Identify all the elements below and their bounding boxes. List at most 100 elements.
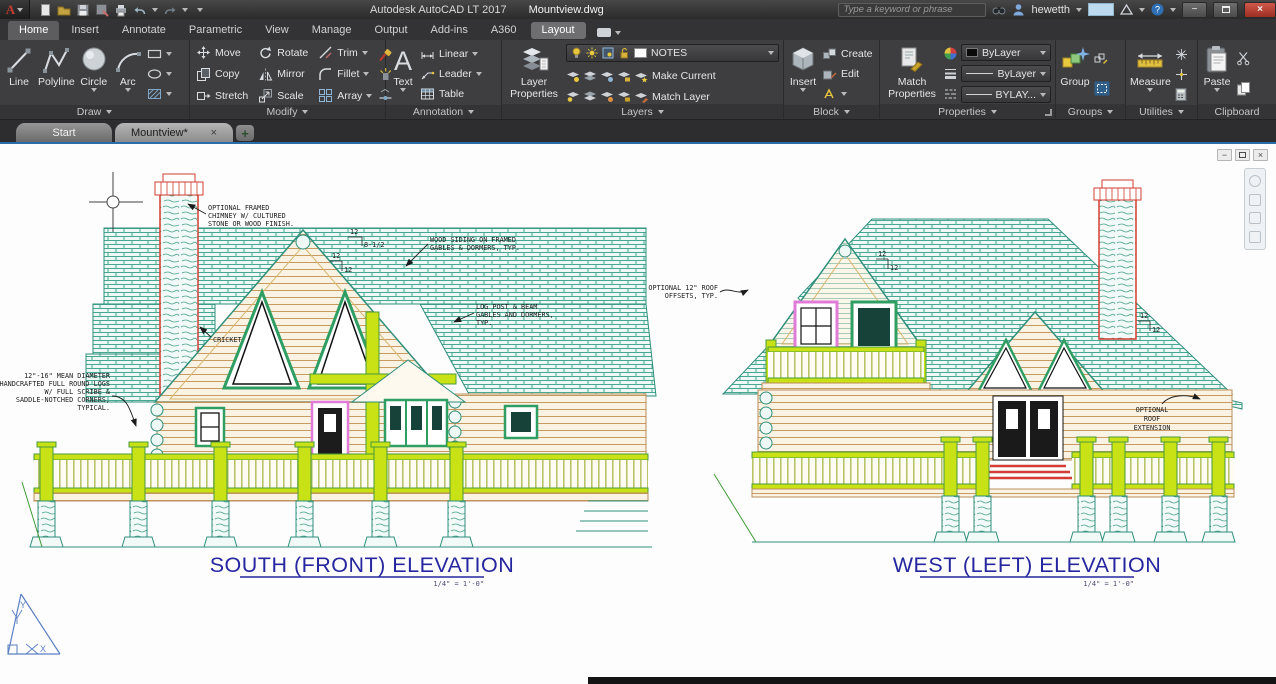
layer-unlock-icon[interactable]: [618, 47, 630, 59]
panel-label-draw[interactable]: Draw: [0, 105, 189, 119]
quick-calc-tool[interactable]: [1175, 84, 1188, 104]
paste-button[interactable]: Paste: [1202, 43, 1232, 104]
tab-view[interactable]: View: [254, 21, 300, 40]
orbit-icon[interactable]: [1249, 231, 1261, 243]
lineweight-icon[interactable]: [944, 67, 957, 80]
layer-properties-button[interactable]: Layer Properties: [506, 43, 562, 104]
insert-block-button[interactable]: Insert: [788, 43, 818, 105]
pan-icon[interactable]: [1249, 194, 1261, 206]
dialog-launcher-icon[interactable]: [1045, 109, 1052, 116]
panel-label-block[interactable]: Block: [784, 105, 879, 119]
panel-label-layers[interactable]: Layers: [502, 104, 783, 119]
tab-start[interactable]: Start: [16, 123, 112, 142]
scale-button[interactable]: Scale: [258, 88, 308, 103]
application-menu-button[interactable]: A: [0, 0, 30, 19]
group-edit-tool[interactable]: [1094, 49, 1110, 69]
restore-button[interactable]: [1213, 2, 1238, 18]
tab-home[interactable]: Home: [8, 21, 59, 40]
move-button[interactable]: Move: [196, 45, 248, 60]
user-menu-caret-icon[interactable]: [1076, 8, 1082, 12]
tab-addins[interactable]: Add-ins: [420, 21, 479, 40]
circle-button[interactable]: Circle: [79, 43, 109, 105]
copy-clip-tool[interactable]: [1236, 78, 1251, 98]
trim-button[interactable]: Trim: [318, 45, 372, 60]
tab-annotate[interactable]: Annotate: [111, 21, 177, 40]
tab-parametric[interactable]: Parametric: [178, 21, 253, 40]
id-point-tool[interactable]: [1175, 64, 1188, 84]
block-attributes-tool[interactable]: [822, 84, 873, 104]
plot-icon[interactable]: [114, 3, 128, 17]
undo-icon[interactable]: [133, 3, 147, 17]
create-block-button[interactable]: Create: [822, 44, 873, 64]
close-button[interactable]: ×: [1244, 2, 1276, 18]
help-icon[interactable]: ?: [1151, 3, 1164, 16]
layer-dropdown-caret-icon[interactable]: [768, 51, 774, 55]
edit-block-button[interactable]: Edit: [822, 64, 873, 84]
search-input[interactable]: [838, 3, 986, 17]
rectangle-tool[interactable]: [147, 44, 172, 64]
polyline-button[interactable]: Polyline: [38, 43, 75, 105]
panel-label-modify[interactable]: Modify: [190, 105, 385, 119]
save-icon[interactable]: [76, 3, 90, 17]
ribbon-display-toggle[interactable]: [597, 28, 621, 37]
lineweight-dropdown[interactable]: ByLayer: [961, 65, 1051, 82]
fillet-button[interactable]: Fillet: [318, 67, 372, 82]
color-wheel-icon[interactable]: [944, 47, 957, 60]
qat-menu-caret-icon[interactable]: [197, 8, 203, 12]
panel-label-properties[interactable]: Properties: [880, 104, 1055, 119]
text-button[interactable]: A Text: [390, 43, 416, 105]
layer-isolate-tool[interactable]: [583, 70, 597, 83]
make-current-button[interactable]: Make Current: [634, 70, 716, 83]
panel-label-groups[interactable]: Groups: [1056, 104, 1125, 119]
table-tool[interactable]: Table: [420, 84, 482, 104]
array-button[interactable]: Array: [318, 88, 372, 103]
viewport-restore-button[interactable]: [1235, 149, 1250, 161]
tab-close-icon[interactable]: ×: [211, 127, 217, 139]
point-style-tool[interactable]: [1175, 44, 1188, 64]
tab-output[interactable]: Output: [364, 21, 419, 40]
tab-manage[interactable]: Manage: [301, 21, 363, 40]
object-color-dropdown[interactable]: ByLayer: [961, 44, 1051, 61]
drawing-canvas[interactable]: OPTIONAL FRAMED CHIMNEY W/ CULTURED STON…: [0, 144, 1276, 684]
redo-icon[interactable]: [163, 3, 177, 17]
layer-freeze-tool[interactable]: [600, 70, 614, 83]
leader-tool[interactable]: Leader: [420, 64, 482, 84]
a360-icon[interactable]: [1120, 4, 1133, 15]
layer-on-all-tool[interactable]: [566, 90, 580, 103]
tab-layout[interactable]: Layout: [531, 22, 586, 39]
search-binoculars-icon[interactable]: [992, 4, 1006, 16]
communication-center[interactable]: [1088, 3, 1114, 16]
layer-unlock-tool[interactable]: [617, 90, 631, 103]
layer-on-bulb-icon[interactable]: [571, 47, 582, 59]
layer-dropdown[interactable]: NOTES: [566, 44, 779, 62]
username[interactable]: hewetth: [1031, 4, 1070, 16]
zoom-extents-icon[interactable]: [1249, 212, 1261, 224]
arc-button[interactable]: Arc: [113, 43, 143, 105]
tab-a360[interactable]: A360: [480, 21, 528, 40]
group-selection-toggle[interactable]: [1094, 78, 1110, 98]
measure-button[interactable]: Measure: [1130, 43, 1171, 105]
layer-lock-tool[interactable]: [617, 70, 631, 83]
layer-unisolate-tool[interactable]: [583, 90, 597, 103]
copy-button[interactable]: Copy: [196, 67, 248, 82]
viewport-close-button[interactable]: ×: [1253, 149, 1268, 161]
viewport-minimize-button[interactable]: −: [1217, 149, 1232, 161]
rotate-button[interactable]: Rotate: [258, 45, 308, 60]
navigation-wheel-icon[interactable]: [1249, 175, 1261, 187]
match-properties-button[interactable]: Match Properties: [884, 43, 940, 104]
group-button[interactable]: Group: [1060, 43, 1090, 104]
panel-label-annotation[interactable]: Annotation: [386, 105, 501, 119]
tab-mountview[interactable]: Mountview*×: [115, 123, 233, 142]
tab-insert[interactable]: Insert: [60, 21, 110, 40]
layer-off-tool[interactable]: [566, 70, 580, 83]
panel-label-clipboard[interactable]: Clipboard: [1198, 104, 1276, 119]
new-drawing-button[interactable]: +: [236, 125, 254, 141]
linear-dimension-tool[interactable]: Linear: [420, 44, 482, 64]
line-button[interactable]: Line: [4, 43, 34, 105]
linetype-icon[interactable]: [944, 87, 957, 100]
new-file-icon[interactable]: [38, 3, 52, 17]
linetype-dropdown[interactable]: BYLAY...: [961, 86, 1051, 103]
save-as-icon[interactable]: [95, 3, 109, 17]
layer-thaw-all-tool[interactable]: [600, 90, 614, 103]
layer-vp-freeze-icon[interactable]: [602, 47, 614, 59]
